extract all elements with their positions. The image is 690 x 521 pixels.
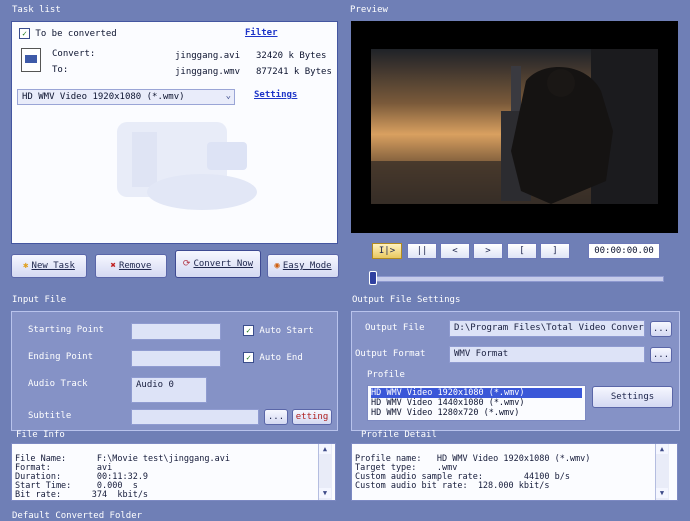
seek-handle[interactable] <box>369 271 377 285</box>
output-format-field[interactable]: WMV Format <box>449 346 645 363</box>
pause-button[interactable]: || <box>407 243 437 259</box>
remove-label: Remove <box>118 261 152 271</box>
default-folder-label: Default Converted Folder <box>12 511 143 521</box>
auto-start-label: Auto Start <box>259 326 314 336</box>
scroll-down-icon[interactable]: ▼ <box>656 488 668 498</box>
starting-point-label: Starting Point <box>28 325 104 335</box>
file-info-title: File Info <box>16 430 65 440</box>
task-list-panel[interactable]: ✓ To be converted Filter Convert: To: ji… <box>11 21 338 244</box>
target-file-name: jinggang.wmv <box>175 67 241 77</box>
output-settings-title: Output File Settings <box>352 295 461 305</box>
profile-detail-title: Profile Detail <box>361 430 437 440</box>
settings-link[interactable]: Settings <box>254 90 297 100</box>
source-file-size: 32420 k Bytes <box>256 51 327 61</box>
convert-now-button[interactable]: ⟳ Convert Now <box>175 250 261 278</box>
film-watermark-icon <box>117 122 257 210</box>
seek-track[interactable] <box>370 276 664 282</box>
subtitle-browse-button[interactable]: ... <box>264 409 288 425</box>
previous-frame-button[interactable]: < <box>440 243 470 259</box>
remove-icon: ✖ <box>110 261 116 271</box>
output-file-browse-button[interactable]: ... <box>650 321 672 337</box>
subtitle-setting-button[interactable]: etting <box>292 409 332 425</box>
set-start-button[interactable]: [ <box>507 243 537 259</box>
auto-end-label: Auto End <box>259 353 303 363</box>
scroll-up-icon[interactable]: ▲ <box>656 444 668 454</box>
new-task-button[interactable]: ✱ New Task <box>11 254 87 278</box>
output-format-label: Output Format <box>355 349 426 359</box>
set-end-button[interactable]: ] <box>540 243 570 259</box>
profile-item[interactable]: HD WMV Video 1280x720 (*.wmv) <box>371 408 582 418</box>
ending-point-field[interactable] <box>131 350 221 367</box>
scroll-up-icon[interactable]: ▲ <box>319 444 331 454</box>
profile-list[interactable]: HD WMV Video 1920x1080 (*.wmv) HD WMV Vi… <box>367 385 586 421</box>
task-list-title: Task list <box>12 5 61 15</box>
profile-detail-text[interactable]: Profile name: HD WMV Video 1920x1080 (*.… <box>351 443 678 501</box>
ending-point-label: Ending Point <box>28 352 94 362</box>
convert-label: Convert: <box>52 49 96 59</box>
next-frame-button[interactable]: > <box>473 243 503 259</box>
scroll-down-icon[interactable]: ▼ <box>319 488 331 498</box>
new-task-label: New Task <box>31 261 75 271</box>
profile-settings-button[interactable]: Settings <box>592 386 673 408</box>
auto-start-checkbox[interactable]: ✓ <box>243 325 254 336</box>
profile-label: Profile <box>367 370 405 380</box>
profile-item-selected[interactable]: HD WMV Video 1920x1080 (*.wmv) <box>371 388 582 398</box>
time-display: 00:00:00.00 <box>588 243 660 259</box>
filter-link[interactable]: Filter <box>245 28 278 38</box>
format-select-value: HD WMV Video 1920x1080 (*.wmv) <box>22 92 185 102</box>
audio-track-field[interactable]: Audio 0 <box>131 377 207 403</box>
preview-video <box>351 21 678 233</box>
file-info-scrollbar[interactable]: ▲ ▼ <box>318 444 332 500</box>
subtitle-label: Subtitle <box>28 411 72 421</box>
convert-now-label: Convert Now <box>193 259 254 269</box>
subtitle-field[interactable] <box>131 409 259 425</box>
output-format-browse-button[interactable]: ... <box>650 347 672 363</box>
output-file-field[interactable]: D:\Program Files\Total Video Convert <box>449 320 645 337</box>
preview-title: Preview <box>350 5 388 15</box>
profile-item[interactable]: HD WMV Video 1440x1080 (*.wmv) <box>371 398 582 408</box>
play-button[interactable]: I|> <box>372 243 402 259</box>
format-select[interactable]: HD WMV Video 1920x1080 (*.wmv) ⌄ <box>17 89 235 105</box>
to-label: To: <box>52 65 69 75</box>
preview-frame-image <box>371 49 658 204</box>
output-file-label: Output File <box>365 323 425 333</box>
target-file-size: 877241 k Bytes <box>256 67 332 77</box>
auto-end-checkbox[interactable]: ✓ <box>243 352 254 363</box>
to-be-converted-label: To be converted <box>35 29 117 39</box>
file-info-text[interactable]: File Name: F:\Movie test\jinggang.avi For… <box>11 443 336 501</box>
source-file-name: jinggang.avi <box>175 51 241 61</box>
audio-track-label: Audio Track <box>28 379 88 389</box>
file-icon <box>21 48 41 72</box>
easy-mode-button[interactable]: ◉ Easy Mode <box>267 254 339 278</box>
to-be-converted-checkbox[interactable]: ✓ <box>19 28 30 39</box>
easy-mode-icon: ◉ <box>274 261 280 271</box>
input-file-title: Input File <box>12 295 67 305</box>
new-task-icon: ✱ <box>23 261 29 271</box>
profile-detail-scrollbar[interactable]: ▲ ▼ <box>655 444 669 500</box>
starting-point-field[interactable] <box>131 323 221 340</box>
easy-mode-label: Easy Mode <box>282 261 332 271</box>
remove-button[interactable]: ✖ Remove <box>95 254 167 278</box>
chevron-down-icon: ⌄ <box>225 91 231 101</box>
convert-icon: ⟳ <box>182 259 191 269</box>
